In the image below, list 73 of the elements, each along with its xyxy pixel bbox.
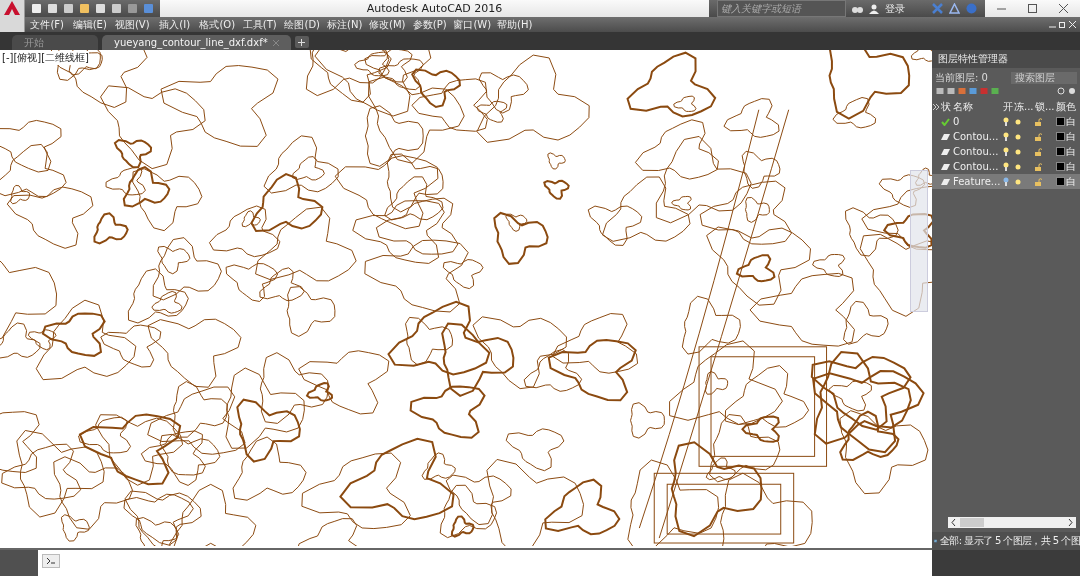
layer-name[interactable]: Contou... [953, 161, 999, 172]
menu-item[interactable]: 帮助(H) [493, 17, 536, 32]
color-swatch[interactable] [1056, 147, 1065, 156]
document-tab[interactable]: 开始 [12, 35, 98, 50]
window-title: Autodesk AutoCAD 2016 [365, 2, 504, 15]
column-header[interactable]: 冻... [1014, 99, 1035, 114]
column-header[interactable]: 开 [1003, 99, 1014, 114]
menu-item[interactable]: 视图(V) [111, 17, 154, 32]
search-field[interactable]: 键入关键字或短语 [717, 0, 846, 17]
menu-item[interactable]: 格式(O) [196, 17, 239, 32]
menu-item[interactable]: 绘图(D) [281, 17, 324, 32]
menu-item[interactable]: 修改(M) [366, 17, 409, 32]
layer-name[interactable]: 0 [953, 116, 960, 127]
color-name: 白 [1066, 159, 1076, 174]
lightbulb-icon[interactable] [1003, 177, 1009, 186]
color-swatch[interactable] [1056, 117, 1065, 126]
layer-status-text: 全部: 显示了 5 个图层，共 5 个图 [940, 534, 1080, 548]
lightbulb-icon[interactable] [1003, 162, 1009, 171]
restore-icon[interactable] [1059, 21, 1066, 28]
panel-title: 图层特性管理器 [932, 50, 1080, 68]
layer-row[interactable]: Contou... 白 [932, 144, 1080, 159]
document-tab[interactable]: yueyang_contour_line_dxf.dxf* [102, 35, 291, 50]
color-swatch[interactable] [1056, 132, 1065, 141]
scrollbar-thumb[interactable] [960, 518, 984, 527]
column-header[interactable]: 状 [941, 99, 953, 114]
horizontal-scrollbar[interactable] [948, 517, 1076, 528]
maximize-icon[interactable] [1028, 4, 1037, 13]
menu-item[interactable]: 文件(F) [26, 17, 69, 32]
checkmark-icon [941, 117, 950, 126]
color-name: 白 [1066, 144, 1076, 159]
login-link[interactable]: 登录 [885, 1, 905, 16]
lightbulb-icon[interactable] [1003, 117, 1009, 126]
color-name: 白 [1066, 114, 1076, 129]
layer-row[interactable]: Contou... 白 [932, 159, 1080, 174]
color-swatch[interactable] [1056, 177, 1065, 186]
close-icon[interactable] [1059, 4, 1068, 13]
column-header[interactable]: 锁... [1035, 99, 1056, 114]
menu-item[interactable]: 窗口(W) [451, 17, 494, 32]
lightbulb-icon[interactable] [1003, 147, 1009, 156]
menu-item[interactable]: 标注(N) [323, 17, 366, 32]
drawing-canvas[interactable]: [-][俯视][二维线框] [0, 50, 932, 550]
current-layer-label: 当前图层: 0 [935, 71, 988, 85]
layer-name[interactable]: Feature... [953, 176, 1001, 187]
menu-item[interactable]: 参数(P) [408, 17, 451, 32]
menu-item[interactable]: 编辑(E) [68, 17, 111, 32]
layer-row[interactable]: Feature... 白 [932, 174, 1080, 189]
layer-search-field[interactable]: 搜索图层 [1011, 72, 1077, 84]
unlock-icon[interactable] [1035, 147, 1043, 156]
column-header[interactable]: 颜色 [1056, 99, 1080, 114]
triangle-icon[interactable] [949, 3, 960, 14]
plus-icon [298, 38, 306, 46]
collapse-icon[interactable] [932, 102, 940, 111]
command-prompt-icon[interactable] [42, 554, 60, 568]
command-line-grip[interactable] [0, 550, 38, 576]
color-name: 白 [1066, 174, 1076, 189]
layer-row[interactable]: 0 白 [932, 114, 1080, 129]
layer-name[interactable]: Contou... [953, 146, 999, 157]
new-tab-button[interactable] [294, 36, 309, 48]
unlock-icon[interactable] [1035, 132, 1043, 141]
app-menu-button[interactable] [0, 0, 25, 32]
unlock-icon[interactable] [1035, 117, 1043, 126]
menu-item[interactable]: 插入(I) [153, 17, 196, 32]
lightbulb-icon[interactable] [1003, 132, 1009, 141]
color-name: 白 [1066, 129, 1076, 144]
layer-name[interactable]: Contou... [953, 131, 999, 142]
column-header[interactable]: 名称 [953, 99, 1003, 114]
layer-row[interactable]: Contou... 白 [932, 129, 1080, 144]
refresh-icon[interactable] [1057, 87, 1065, 95]
viewport-label[interactable]: [-][俯视][二维线框] [2, 51, 90, 65]
color-swatch[interactable] [1056, 162, 1065, 171]
menu-item[interactable]: 工具(T) [238, 17, 281, 32]
user-icon [869, 3, 879, 14]
unlock-icon[interactable] [1035, 162, 1043, 171]
